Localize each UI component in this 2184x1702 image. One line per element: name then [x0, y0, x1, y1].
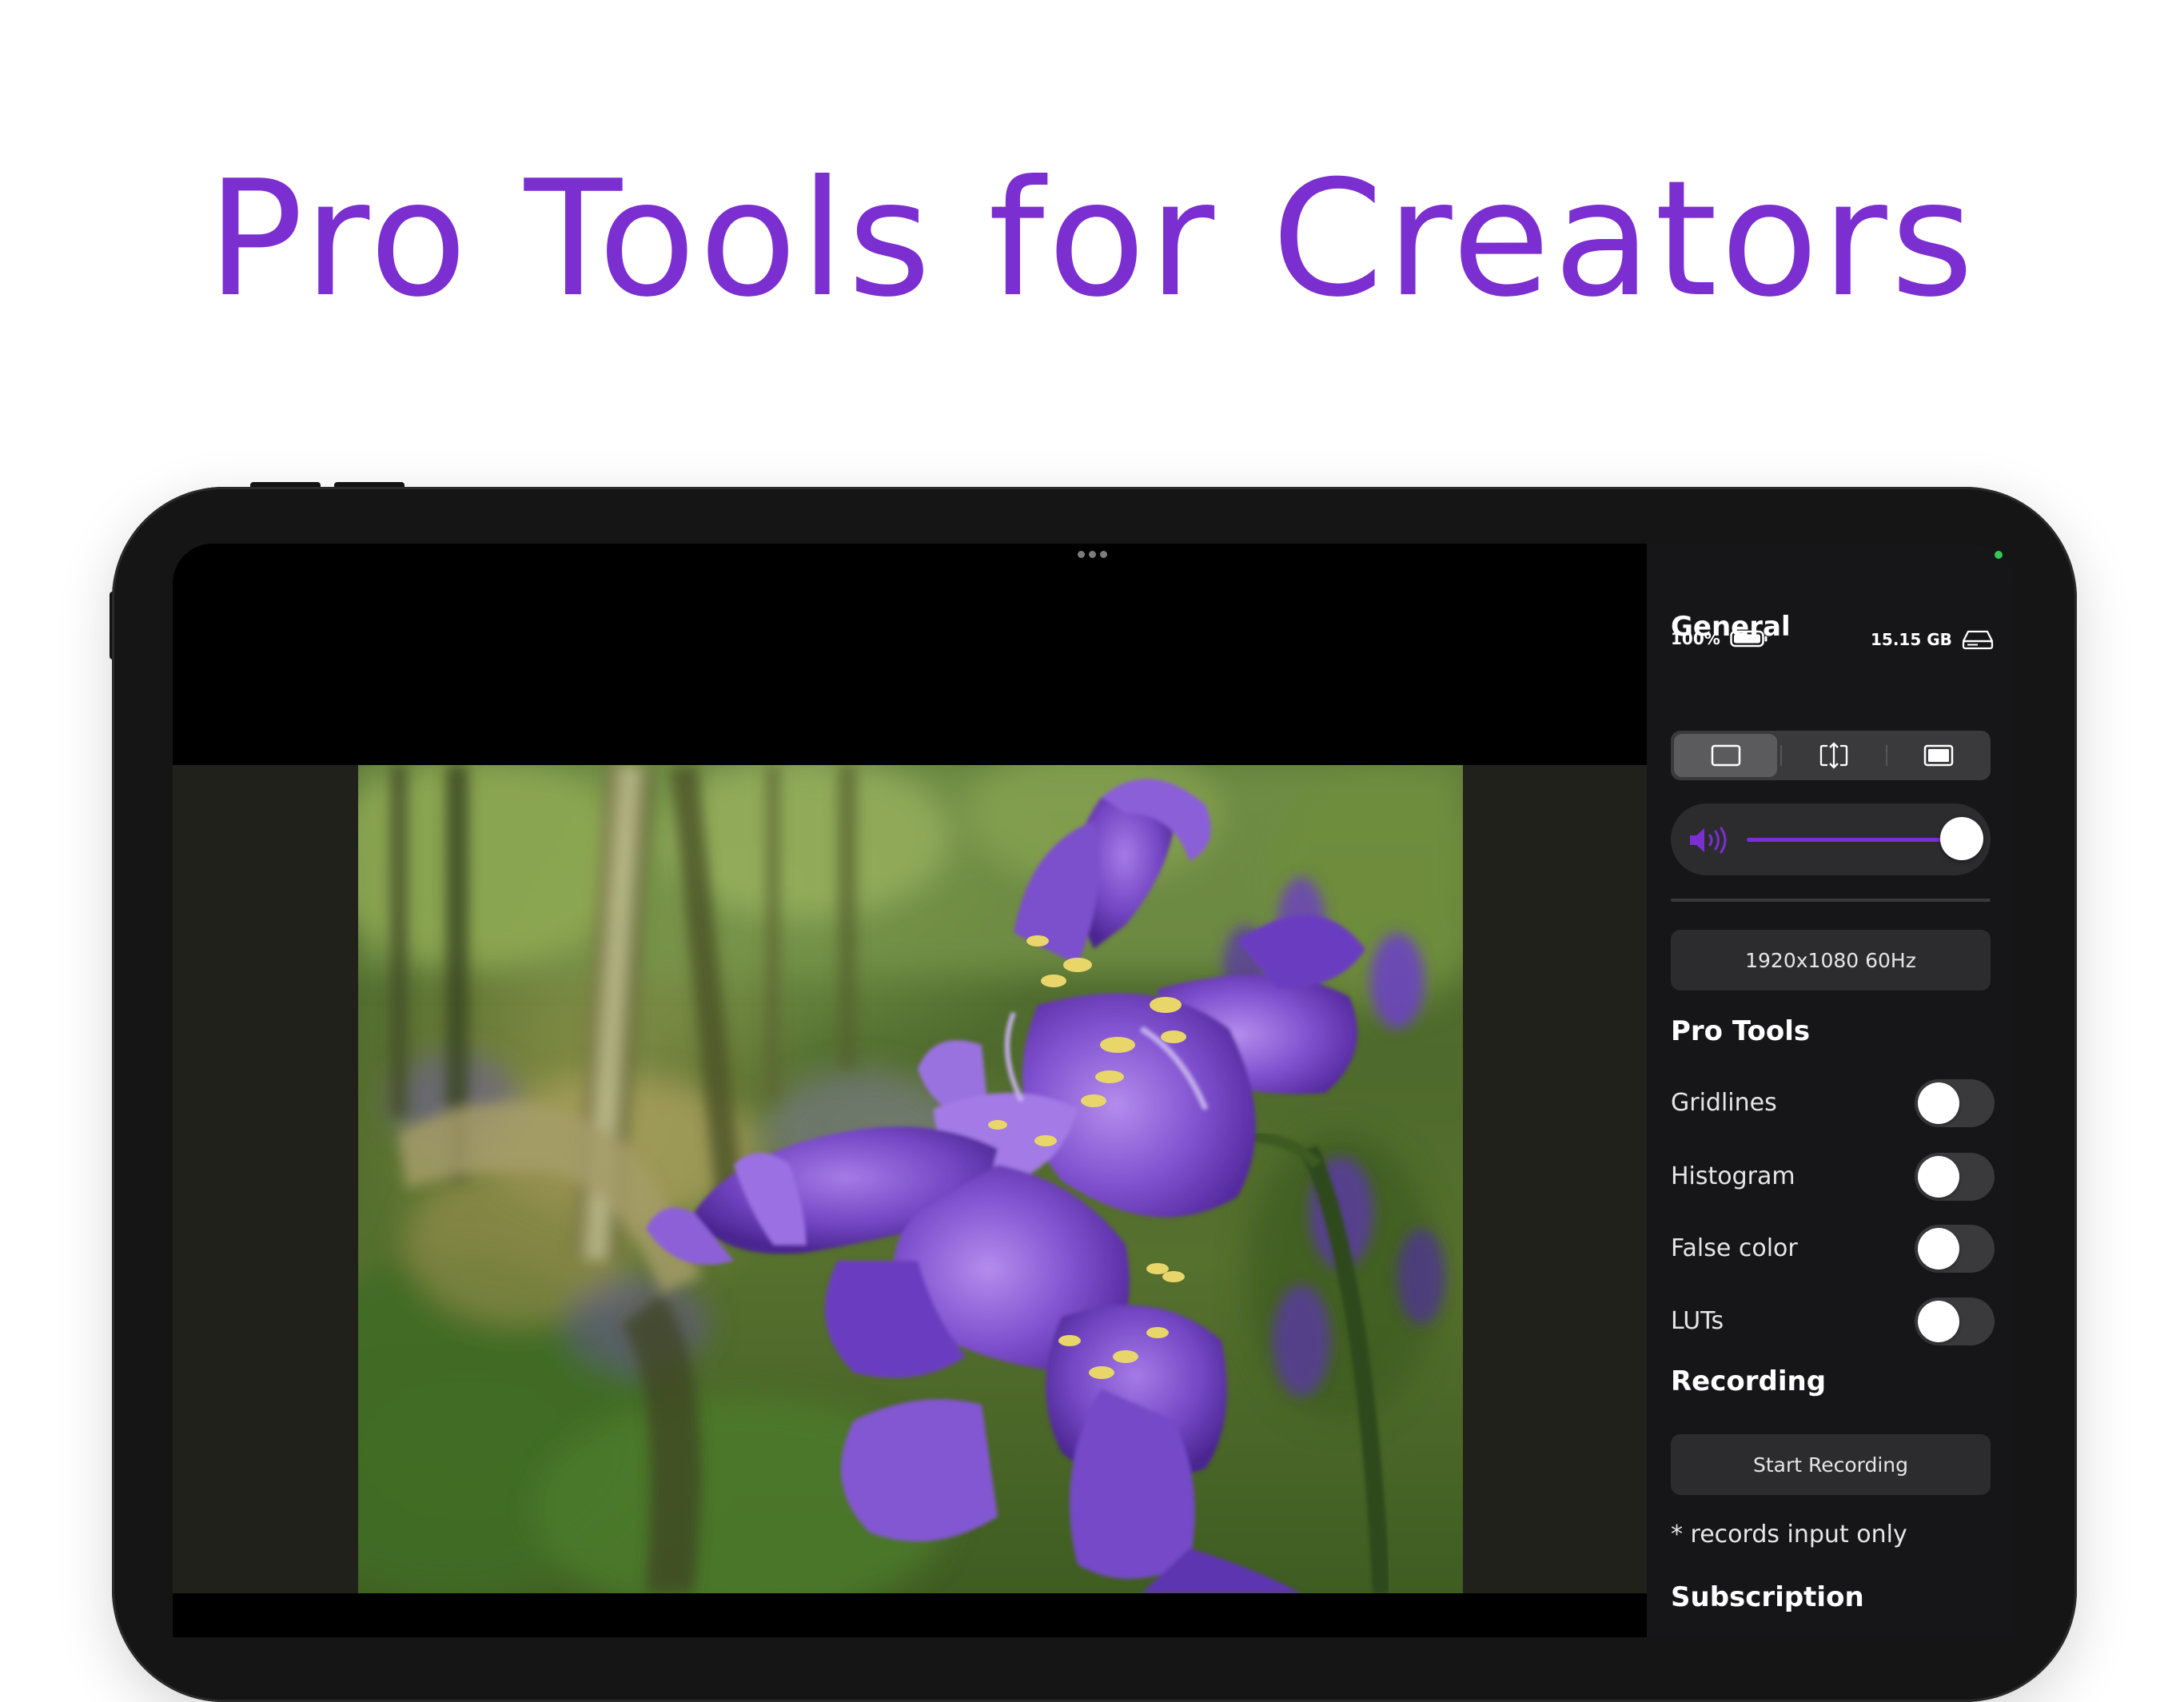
display-fit-icon: [1711, 744, 1740, 767]
subscription-section-title: Subscription: [1671, 1581, 1864, 1613]
display-mode-fit[interactable]: [1674, 734, 1778, 777]
histogram-toggle-row: Histogram: [1671, 1153, 1995, 1201]
tablet-screen: General 100% 15.15 GB 1920x1080 60Hz Pro…: [173, 544, 2015, 1637]
battery-icon: [1730, 630, 1768, 648]
speaker-volume-icon: [1690, 827, 1727, 854]
bluebell-flower-photo: [358, 765, 1463, 1593]
luts-toggle-row: LUTs: [1671, 1297, 1995, 1345]
multitasking-indicator[interactable]: [1078, 551, 1107, 558]
histogram-label: Histogram: [1671, 1162, 1795, 1190]
luts-label: LUTs: [1671, 1307, 1724, 1335]
toggle-knob: [1918, 1156, 1959, 1198]
toggle-knob: [1918, 1082, 1959, 1124]
toggle-knob: [1918, 1228, 1959, 1270]
section-divider: [1671, 899, 1991, 902]
volume-thumb[interactable]: [1940, 817, 1983, 860]
pro-tools-section-title: Pro Tools: [1671, 1015, 1811, 1047]
display-fill-icon: [1819, 742, 1848, 769]
control-sidebar: General 100% 15.15 GB 1920x1080 60Hz Pro…: [1647, 544, 2015, 1637]
display-mode-selector: [1671, 731, 1991, 780]
false-color-toggle[interactable]: [1915, 1225, 1995, 1273]
false-color-label: False color: [1671, 1234, 1798, 1262]
display-mode-fill[interactable]: [1782, 731, 1885, 780]
multitask-dot: [1089, 551, 1096, 558]
recording-note: * records input only: [1671, 1521, 1907, 1549]
gridlines-toggle-row: Gridlines: [1671, 1079, 1995, 1127]
display-stretch-icon: [1924, 744, 1954, 767]
storage-drive-icon: [1962, 630, 1994, 650]
camera-feed-image: [358, 765, 1463, 1593]
video-preview[interactable]: [173, 544, 1647, 1637]
resolution-button[interactable]: 1920x1080 60Hz: [1671, 930, 1991, 991]
luts-toggle[interactable]: [1915, 1297, 1995, 1345]
battery-label: 100%: [1671, 629, 1720, 648]
multitask-dot: [1100, 551, 1107, 558]
false-color-toggle-row: False color: [1671, 1225, 1995, 1273]
display-mode-stretch[interactable]: [1887, 731, 1991, 780]
gridlines-label: Gridlines: [1671, 1089, 1777, 1117]
headline: Pro Tools for Creators: [207, 146, 1977, 333]
camera-in-use-indicator: [1995, 551, 2003, 559]
start-recording-button[interactable]: Start Recording: [1671, 1434, 1991, 1495]
histogram-toggle[interactable]: [1915, 1153, 1995, 1201]
battery-status: 100%: [1671, 629, 1768, 648]
gridlines-toggle[interactable]: [1915, 1079, 1995, 1127]
volume-track: [1747, 838, 1963, 842]
storage-status: 15.15 GB: [1871, 629, 1994, 650]
storage-label: 15.15 GB: [1871, 630, 1952, 649]
recording-section-title: Recording: [1671, 1365, 1827, 1397]
toggle-knob: [1918, 1301, 1959, 1342]
volume-slider[interactable]: [1671, 803, 1991, 875]
multitask-dot: [1078, 551, 1085, 558]
